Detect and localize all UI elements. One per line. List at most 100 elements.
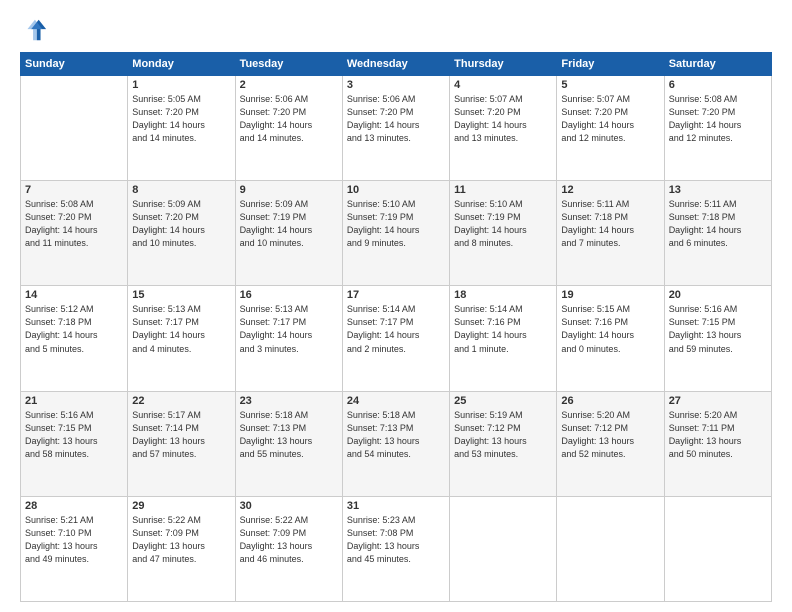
day-info: Sunrise: 5:13 AM Sunset: 7:17 PM Dayligh… <box>240 303 338 355</box>
calendar-week-row: 21 Sunrise: 5:16 AM Sunset: 7:15 PM Dayli… <box>21 391 772 496</box>
day-number: 26 <box>561 395 659 407</box>
day-number: 2 <box>240 79 338 91</box>
day-info: Sunrise: 5:19 AM Sunset: 7:12 PM Dayligh… <box>454 409 552 461</box>
day-info: Sunrise: 5:15 AM Sunset: 7:16 PM Dayligh… <box>561 303 659 355</box>
calendar-header-row: SundayMondayTuesdayWednesdayThursdayFrid… <box>21 53 772 76</box>
day-info: Sunrise: 5:22 AM Sunset: 7:09 PM Dayligh… <box>240 514 338 566</box>
day-info: Sunrise: 5:08 AM Sunset: 7:20 PM Dayligh… <box>669 93 767 145</box>
calendar-cell: 23 Sunrise: 5:18 AM Sunset: 7:13 PM Dayli… <box>235 391 342 496</box>
calendar-cell: 20 Sunrise: 5:16 AM Sunset: 7:15 PM Dayli… <box>664 286 771 391</box>
day-info: Sunrise: 5:14 AM Sunset: 7:17 PM Dayligh… <box>347 303 445 355</box>
day-number: 28 <box>25 500 123 512</box>
calendar-cell: 11 Sunrise: 5:10 AM Sunset: 7:19 PM Dayli… <box>450 181 557 286</box>
day-number: 8 <box>132 184 230 196</box>
calendar-cell: 28 Sunrise: 5:21 AM Sunset: 7:10 PM Dayli… <box>21 496 128 601</box>
calendar-cell: 4Sunrise: 5:07 AM Sunset: 7:20 PM Daylig… <box>450 76 557 181</box>
calendar-cell: 12 Sunrise: 5:11 AM Sunset: 7:18 PM Dayli… <box>557 181 664 286</box>
calendar-table: SundayMondayTuesdayWednesdayThursdayFrid… <box>20 52 772 602</box>
day-number: 27 <box>669 395 767 407</box>
calendar-cell: 29 Sunrise: 5:22 AM Sunset: 7:09 PM Dayli… <box>128 496 235 601</box>
day-info: Sunrise: 5:05 AM Sunset: 7:20 PM Dayligh… <box>132 93 230 145</box>
calendar-cell: 21 Sunrise: 5:16 AM Sunset: 7:15 PM Dayli… <box>21 391 128 496</box>
calendar-header-wednesday: Wednesday <box>342 53 449 76</box>
calendar-cell <box>664 496 771 601</box>
calendar-header-tuesday: Tuesday <box>235 53 342 76</box>
calendar-header-sunday: Sunday <box>21 53 128 76</box>
day-number: 4 <box>454 79 552 91</box>
calendar-cell: 9 Sunrise: 5:09 AM Sunset: 7:19 PM Daylig… <box>235 181 342 286</box>
calendar-week-row: 1 Sunrise: 5:05 AM Sunset: 7:20 PM Daylig… <box>21 76 772 181</box>
calendar-cell: 17 Sunrise: 5:14 AM Sunset: 7:17 PM Dayli… <box>342 286 449 391</box>
day-number: 31 <box>347 500 445 512</box>
day-number: 3 <box>347 79 445 91</box>
day-number: 17 <box>347 289 445 301</box>
day-number: 22 <box>132 395 230 407</box>
day-number: 23 <box>240 395 338 407</box>
calendar-cell: 2 Sunrise: 5:06 AM Sunset: 7:20 PM Daylig… <box>235 76 342 181</box>
day-info: Sunrise: 5:10 AM Sunset: 7:19 PM Dayligh… <box>454 198 552 250</box>
day-number: 20 <box>669 289 767 301</box>
day-info: Sunrise: 5:09 AM Sunset: 7:19 PM Dayligh… <box>240 198 338 250</box>
day-info: Sunrise: 5:18 AM Sunset: 7:13 PM Dayligh… <box>240 409 338 461</box>
day-info: Sunrise: 5:21 AM Sunset: 7:10 PM Dayligh… <box>25 514 123 566</box>
day-number: 29 <box>132 500 230 512</box>
calendar-cell: 8 Sunrise: 5:09 AM Sunset: 7:20 PM Daylig… <box>128 181 235 286</box>
day-number: 21 <box>25 395 123 407</box>
day-number: 6 <box>669 79 767 91</box>
calendar-cell: 3Sunrise: 5:06 AM Sunset: 7:20 PM Daylig… <box>342 76 449 181</box>
day-number: 15 <box>132 289 230 301</box>
day-number: 30 <box>240 500 338 512</box>
calendar-cell: 10Sunrise: 5:10 AM Sunset: 7:19 PM Dayli… <box>342 181 449 286</box>
day-number: 9 <box>240 184 338 196</box>
day-info: Sunrise: 5:06 AM Sunset: 7:20 PM Dayligh… <box>240 93 338 145</box>
calendar-cell: 31 Sunrise: 5:23 AM Sunset: 7:08 PM Dayli… <box>342 496 449 601</box>
day-number: 5 <box>561 79 659 91</box>
day-info: Sunrise: 5:11 AM Sunset: 7:18 PM Dayligh… <box>561 198 659 250</box>
calendar-cell <box>21 76 128 181</box>
day-info: Sunrise: 5:07 AM Sunset: 7:20 PM Dayligh… <box>561 93 659 145</box>
day-number: 11 <box>454 184 552 196</box>
calendar-cell: 14Sunrise: 5:12 AM Sunset: 7:18 PM Dayli… <box>21 286 128 391</box>
day-info: Sunrise: 5:08 AM Sunset: 7:20 PM Dayligh… <box>25 198 123 250</box>
calendar-cell <box>450 496 557 601</box>
calendar-week-row: 14Sunrise: 5:12 AM Sunset: 7:18 PM Dayli… <box>21 286 772 391</box>
calendar-week-row: 7 Sunrise: 5:08 AM Sunset: 7:20 PM Daylig… <box>21 181 772 286</box>
day-number: 7 <box>25 184 123 196</box>
day-number: 12 <box>561 184 659 196</box>
calendar-cell: 27 Sunrise: 5:20 AM Sunset: 7:11 PM Dayli… <box>664 391 771 496</box>
day-info: Sunrise: 5:11 AM Sunset: 7:18 PM Dayligh… <box>669 198 767 250</box>
calendar-cell: 6 Sunrise: 5:08 AM Sunset: 7:20 PM Daylig… <box>664 76 771 181</box>
logo-icon <box>20 16 48 44</box>
day-number: 1 <box>132 79 230 91</box>
calendar-cell: 30 Sunrise: 5:22 AM Sunset: 7:09 PM Dayli… <box>235 496 342 601</box>
calendar-cell: 25 Sunrise: 5:19 AM Sunset: 7:12 PM Dayli… <box>450 391 557 496</box>
day-info: Sunrise: 5:16 AM Sunset: 7:15 PM Dayligh… <box>669 303 767 355</box>
day-info: Sunrise: 5:18 AM Sunset: 7:13 PM Dayligh… <box>347 409 445 461</box>
header <box>20 16 772 44</box>
day-info: Sunrise: 5:16 AM Sunset: 7:15 PM Dayligh… <box>25 409 123 461</box>
day-info: Sunrise: 5:14 AM Sunset: 7:16 PM Dayligh… <box>454 303 552 355</box>
calendar-header-friday: Friday <box>557 53 664 76</box>
calendar-cell: 16 Sunrise: 5:13 AM Sunset: 7:17 PM Dayli… <box>235 286 342 391</box>
calendar-cell <box>557 496 664 601</box>
day-number: 25 <box>454 395 552 407</box>
calendar-cell: 5 Sunrise: 5:07 AM Sunset: 7:20 PM Daylig… <box>557 76 664 181</box>
day-info: Sunrise: 5:22 AM Sunset: 7:09 PM Dayligh… <box>132 514 230 566</box>
day-info: Sunrise: 5:23 AM Sunset: 7:08 PM Dayligh… <box>347 514 445 566</box>
day-info: Sunrise: 5:12 AM Sunset: 7:18 PM Dayligh… <box>25 303 123 355</box>
calendar-cell: 1 Sunrise: 5:05 AM Sunset: 7:20 PM Daylig… <box>128 76 235 181</box>
calendar-cell: 26Sunrise: 5:20 AM Sunset: 7:12 PM Dayli… <box>557 391 664 496</box>
calendar-cell: 18Sunrise: 5:14 AM Sunset: 7:16 PM Dayli… <box>450 286 557 391</box>
day-number: 24 <box>347 395 445 407</box>
calendar-header-saturday: Saturday <box>664 53 771 76</box>
day-info: Sunrise: 5:17 AM Sunset: 7:14 PM Dayligh… <box>132 409 230 461</box>
day-number: 19 <box>561 289 659 301</box>
calendar-header-monday: Monday <box>128 53 235 76</box>
day-number: 16 <box>240 289 338 301</box>
calendar-cell: 22 Sunrise: 5:17 AM Sunset: 7:14 PM Dayli… <box>128 391 235 496</box>
calendar-cell: 24 Sunrise: 5:18 AM Sunset: 7:13 PM Dayli… <box>342 391 449 496</box>
day-info: Sunrise: 5:20 AM Sunset: 7:11 PM Dayligh… <box>669 409 767 461</box>
calendar-week-row: 28 Sunrise: 5:21 AM Sunset: 7:10 PM Dayli… <box>21 496 772 601</box>
day-info: Sunrise: 5:09 AM Sunset: 7:20 PM Dayligh… <box>132 198 230 250</box>
day-number: 10 <box>347 184 445 196</box>
